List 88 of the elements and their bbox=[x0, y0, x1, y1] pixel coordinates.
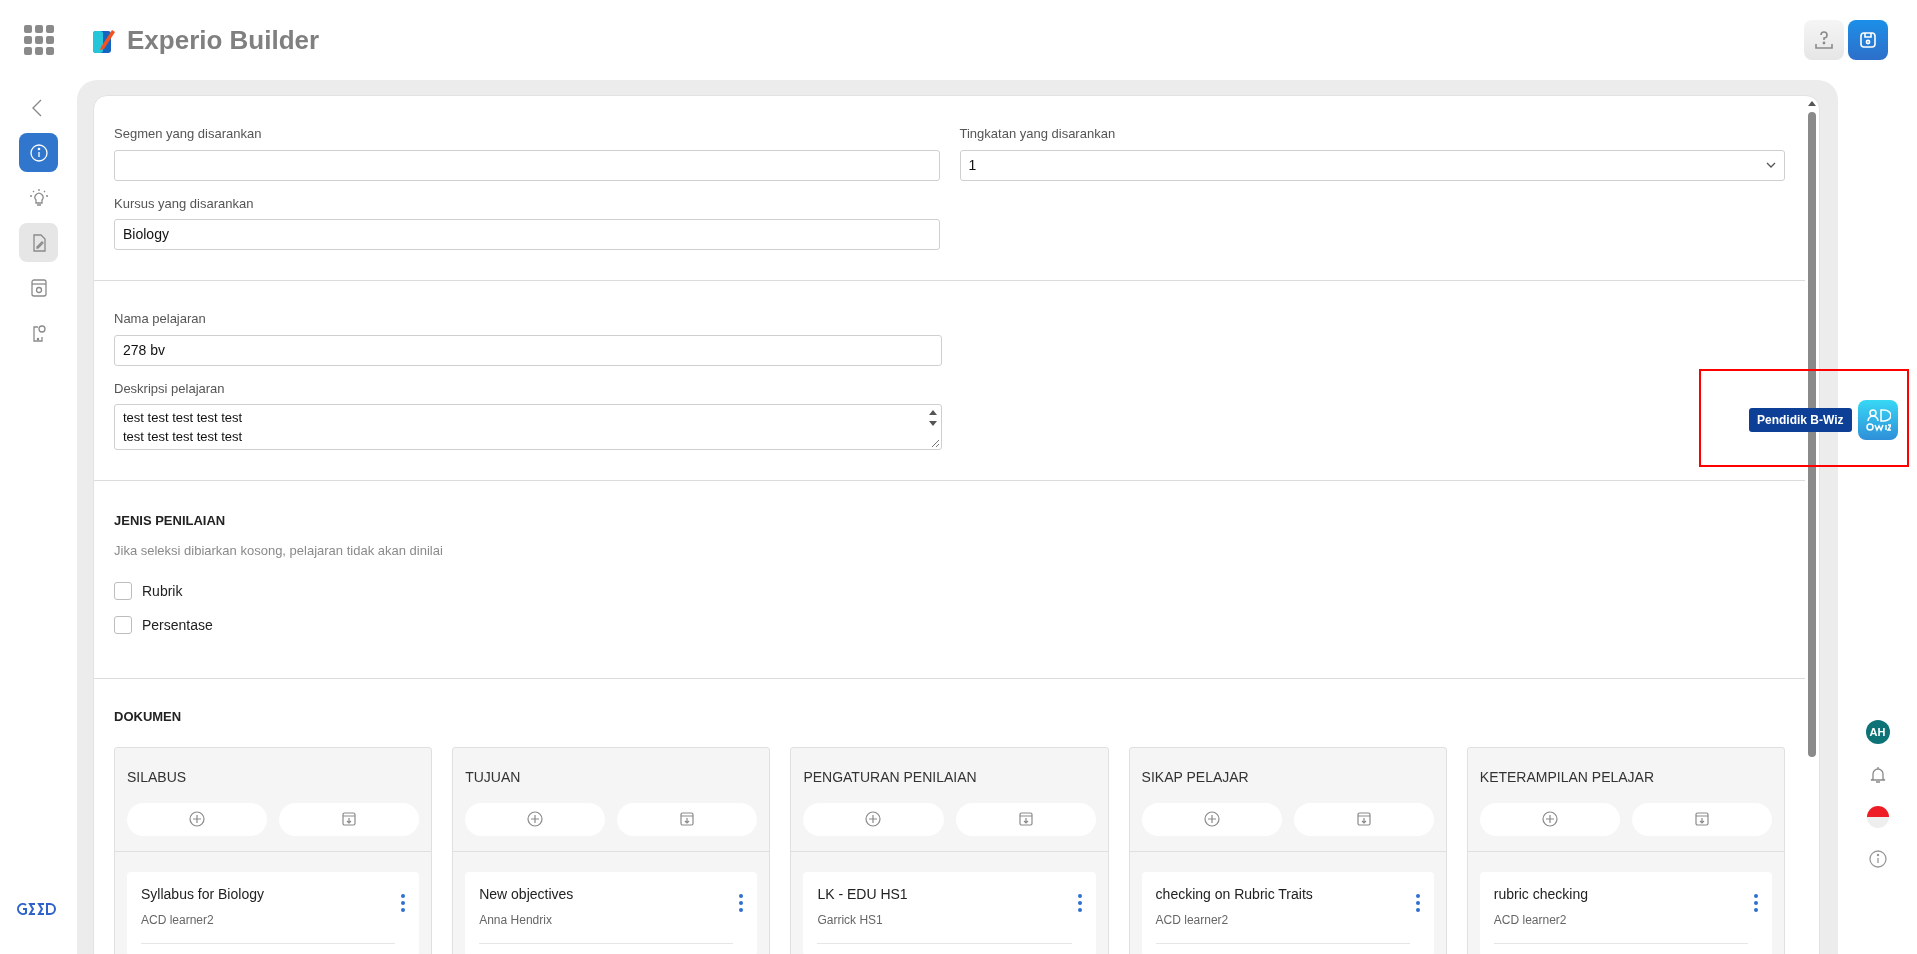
import-button[interactable] bbox=[617, 802, 758, 836]
import-button[interactable] bbox=[955, 802, 1096, 836]
download-box-icon bbox=[679, 811, 696, 827]
column-title: SILABUS bbox=[126, 767, 188, 787]
document-author: Garrick HS1 bbox=[817, 911, 884, 929]
text-field[interactable] bbox=[114, 149, 940, 181]
checkbox[interactable] bbox=[114, 582, 132, 600]
checkbox[interactable] bbox=[114, 616, 132, 634]
more-options-icon[interactable] bbox=[401, 893, 406, 912]
assistant-button[interactable] bbox=[1858, 400, 1898, 440]
import-button[interactable] bbox=[279, 802, 420, 836]
document-title: LK - EDU HS1 bbox=[817, 884, 909, 904]
download-box-icon bbox=[1355, 811, 1372, 827]
spin-arrows-icon bbox=[929, 408, 937, 428]
add-button[interactable] bbox=[803, 802, 944, 836]
document-title: New objectives bbox=[479, 884, 575, 904]
plus-circle-icon bbox=[189, 811, 206, 827]
import-button[interactable] bbox=[1293, 802, 1434, 836]
plus-circle-icon bbox=[1541, 811, 1558, 827]
info-icon bbox=[28, 142, 49, 163]
add-button[interactable] bbox=[127, 802, 268, 836]
notification-bell-icon[interactable] bbox=[1869, 766, 1886, 784]
field-label: Deskripsi pelajaran bbox=[114, 379, 226, 398]
add-button[interactable] bbox=[1479, 802, 1620, 836]
document-author: ACD learner2 bbox=[1493, 911, 1568, 929]
save-button[interactable] bbox=[1848, 20, 1888, 60]
field-label: Kursus yang disarankan bbox=[114, 194, 255, 213]
language-flag-icon[interactable] bbox=[1866, 806, 1889, 828]
plus-circle-icon bbox=[865, 811, 882, 827]
browser-eye-icon bbox=[28, 277, 49, 298]
text-field[interactable]: 278 bv bbox=[114, 334, 942, 366]
field-label: Nama pelajaran bbox=[114, 310, 207, 328]
textarea-field[interactable]: test test test test test test test test test test bbox=[114, 404, 942, 450]
checkbox-label: Persentase bbox=[142, 615, 213, 635]
import-button[interactable] bbox=[1631, 802, 1772, 836]
text-field[interactable]: Biology bbox=[114, 219, 940, 250]
plus-circle-icon bbox=[527, 811, 544, 827]
info-icon[interactable] bbox=[1868, 850, 1887, 868]
chevron-down-icon bbox=[1766, 162, 1776, 168]
sidebar-item[interactable] bbox=[19, 133, 58, 172]
save-icon bbox=[1858, 30, 1878, 50]
more-options-icon[interactable] bbox=[1754, 893, 1758, 912]
dropdown-field[interactable]: 1 bbox=[959, 149, 1785, 181]
section-title: JENIS PENILAIAN bbox=[114, 512, 227, 530]
download-box-icon bbox=[1017, 811, 1034, 827]
field-label: Tingkatan yang disarankan bbox=[959, 125, 1117, 143]
document-author: Anna Hendrix bbox=[479, 911, 553, 929]
sidebar-item[interactable] bbox=[19, 223, 58, 262]
light-bulb-icon bbox=[28, 187, 49, 208]
checkbox-label: Rubrik bbox=[142, 581, 183, 601]
document-card[interactable]: Syllabus for Biology ACD learner2 bbox=[127, 871, 420, 954]
text-line: test test test test test bbox=[123, 409, 243, 427]
column-title: KETERAMPILAN PELAJAR bbox=[1478, 767, 1656, 787]
document-card[interactable]: New objectives Anna Hendrix bbox=[465, 871, 758, 954]
more-options-icon[interactable] bbox=[1077, 893, 1082, 912]
document-card[interactable]: checking on Rubric Traits ACD learner2 bbox=[1141, 871, 1434, 954]
document-title: Syllabus for Biology bbox=[141, 884, 265, 904]
scroll-up-icon[interactable] bbox=[1808, 100, 1816, 106]
add-button[interactable] bbox=[465, 802, 606, 836]
download-box-icon bbox=[1693, 811, 1710, 827]
document-author: ACD learner2 bbox=[141, 911, 215, 929]
text-line: test test test test test bbox=[123, 428, 243, 446]
resize-grip-icon bbox=[931, 439, 940, 448]
section-title: DOKUMEN bbox=[114, 708, 183, 726]
app-grid-icon[interactable] bbox=[24, 25, 54, 55]
add-button[interactable] bbox=[1141, 802, 1282, 836]
help-button[interactable] bbox=[1804, 20, 1844, 60]
column-title: SIKAP PELAJAR bbox=[1140, 767, 1250, 787]
field-label: Segmen yang disarankan bbox=[114, 125, 263, 143]
more-options-icon[interactable] bbox=[1415, 893, 1420, 912]
download-box-icon bbox=[341, 811, 358, 827]
pencil-logo-icon bbox=[93, 27, 115, 53]
document-title: rubric checking bbox=[1493, 884, 1589, 904]
document-card[interactable]: LK - EDU HS1 Garrick HS1 bbox=[803, 871, 1096, 954]
more-options-icon[interactable] bbox=[739, 893, 744, 912]
assistant-label[interactable]: Pendidik B-Wiz bbox=[1749, 408, 1852, 432]
company-logo-icon bbox=[17, 902, 58, 916]
hint-text: Jika seleksi dibiarkan kosong, pelajaran tidak akan dinilai bbox=[114, 541, 444, 560]
column-title: TUJUAN bbox=[464, 767, 522, 787]
person-wiz-icon bbox=[1865, 407, 1891, 433]
plus-circle-icon bbox=[1203, 811, 1220, 827]
document-card[interactable]: rubric checking ACD learner2 bbox=[1479, 871, 1772, 954]
user-avatar[interactable]: AH bbox=[1865, 720, 1890, 744]
help-icon bbox=[1814, 30, 1834, 50]
column-title: PENGATURAN PENILAIAN bbox=[802, 767, 978, 787]
app-title: Experio Builder bbox=[127, 23, 320, 57]
document-author: ACD learner2 bbox=[1155, 911, 1230, 929]
document-title: checking on Rubric Traits bbox=[1155, 884, 1314, 904]
